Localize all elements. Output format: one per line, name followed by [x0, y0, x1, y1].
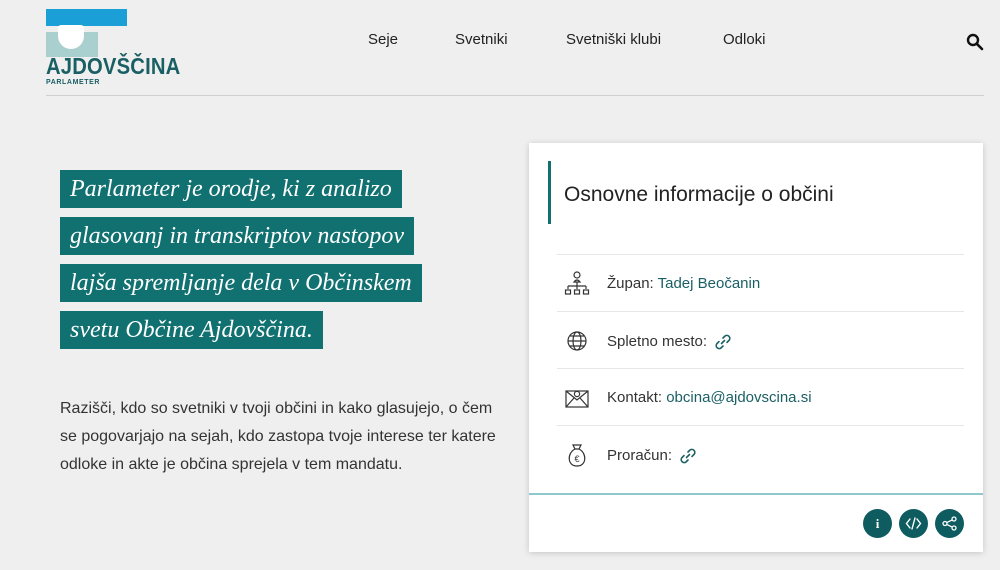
money-bag-icon: € — [568, 444, 586, 467]
mayor-label: Župan: — [607, 275, 654, 292]
info-icon: i — [875, 516, 880, 531]
nav-item-svetniki[interactable]: Svetniki — [455, 31, 508, 48]
info-row-budget: € Proračun: — [557, 425, 964, 483]
municipality-info-card: Osnovne informacije o občini Župan: Tade… — [529, 143, 983, 552]
hero-line: lajša spremljanje dela v Občinskem — [60, 264, 422, 302]
card-footer-divider — [529, 493, 983, 495]
globe-icon — [567, 331, 587, 351]
hero-tagline: Parlameter je orodje, ki z analizo glaso… — [60, 170, 480, 358]
header-divider — [46, 95, 984, 96]
envelope-icon — [565, 390, 589, 408]
code-icon — [905, 517, 922, 530]
contact-email-link[interactable]: obcina@ajdovscina.si — [666, 389, 811, 406]
intro-text: Razišči, kdo so svetniki v tvoji občini … — [60, 400, 496, 473]
contact-label: Kontakt: — [607, 389, 663, 406]
nav-item-seje[interactable]: Seje — [368, 31, 398, 48]
info-row-label: Spletno mesto: — [607, 332, 733, 352]
info-row-contact: Kontakt: obcina@ajdovscina.si — [557, 368, 964, 426]
main-nav: Seje Svetniki Svetniški klubi Odloki — [0, 31, 1000, 51]
info-button[interactable]: i — [863, 509, 892, 538]
org-chart-icon — [564, 271, 590, 295]
nav-item-svetniski-klubi[interactable]: Svetniški klubi — [566, 31, 661, 48]
logo-subtitle: PARLAMETER — [46, 79, 101, 86]
info-row-mayor: Župan: Tadej Beočanin — [557, 254, 964, 312]
info-row-website: Spletno mesto: — [557, 311, 964, 369]
svg-text:€: € — [574, 454, 579, 464]
logo-wordmark: AJDOVŠČINA — [46, 53, 181, 79]
logo-bar — [46, 9, 127, 26]
site-header: AJDOVŠČINA PARLAMETER Seje Svetniki Svet… — [0, 0, 1000, 96]
link-icon[interactable] — [713, 332, 733, 352]
search-icon[interactable] — [966, 33, 984, 51]
info-row-label: Kontakt: obcina@ajdovscina.si — [607, 389, 812, 406]
card-title: Osnovne informacije o občini — [564, 183, 834, 206]
card-accent-bar — [548, 161, 551, 224]
budget-label: Proračun: — [607, 446, 673, 464]
info-row-label: Župan: Tadej Beočanin — [607, 275, 760, 292]
link-icon[interactable] — [678, 446, 698, 466]
mayor-name-link[interactable]: Tadej Beočanin — [658, 275, 761, 292]
website-label: Spletno mesto: — [607, 332, 708, 350]
embed-button[interactable] — [899, 509, 928, 538]
share-button[interactable] — [935, 509, 964, 538]
hero-line: svetu Občine Ajdovščina. — [60, 311, 323, 349]
info-row-label: Proračun: — [607, 446, 698, 466]
hero-line: glasovanj in transkriptov nastopov — [60, 217, 414, 255]
share-icon — [942, 516, 957, 531]
nav-item-odloki[interactable]: Odloki — [723, 31, 766, 48]
hero-line: Parlameter je orodje, ki z analizo — [60, 170, 402, 208]
